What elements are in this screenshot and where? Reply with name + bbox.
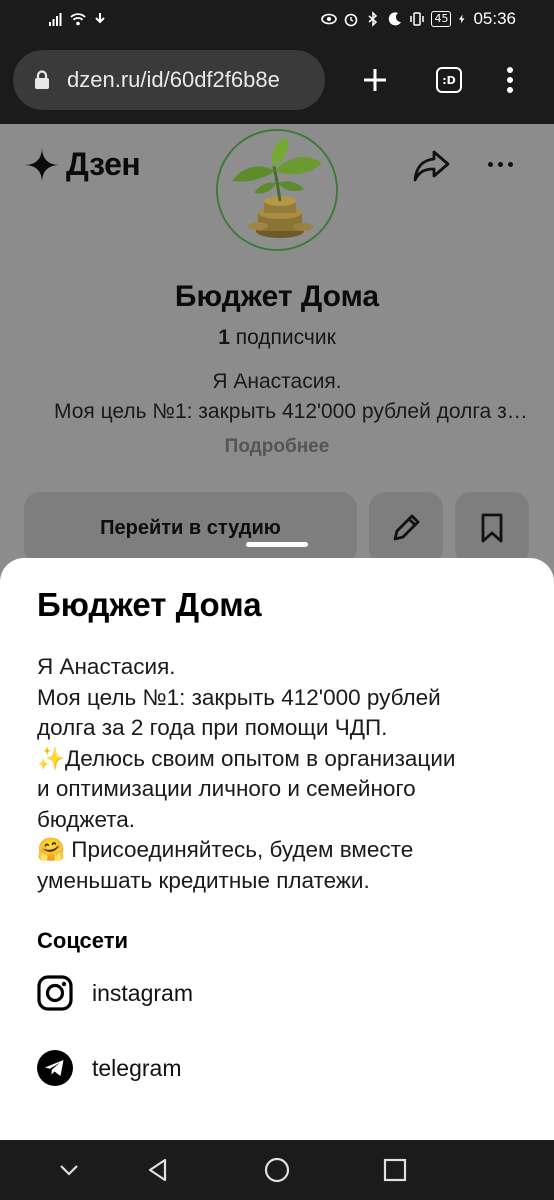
download-icon [95, 13, 105, 24]
description-line: Я Анастасия. [37, 654, 176, 679]
social-link-instagram[interactable]: instagram [37, 975, 193, 1011]
status-right-icons: 45 05:36 [321, 9, 516, 29]
wifi-icon [70, 13, 86, 26]
description-line: Моя цель №1: закрыть 412'000 рублей [37, 684, 441, 710]
description-line: уменьшать кредитные платежи. [37, 867, 370, 893]
subscribers-label: подписчик [235, 326, 336, 349]
sheet-grabber[interactable] [246, 542, 308, 547]
description-line: 🤗 Присоединяйтесь, будем вместе [37, 837, 414, 862]
socials-heading: Соцсети [37, 928, 129, 953]
edit-button[interactable] [369, 492, 443, 564]
description-line: и оптимизации личного и семейного [37, 776, 416, 801]
system-nav-bar [0, 1140, 554, 1200]
moon-icon [389, 12, 402, 26]
sheet-title: Бюджет Дома [37, 586, 262, 623]
description-line: ✨Делюсь своим опытом в организации [37, 745, 456, 771]
channel-title: Бюджет Дома [174, 280, 380, 313]
plus-icon [364, 69, 386, 91]
social-label: telegram [92, 1054, 182, 1081]
new-tab-button[interactable] [357, 62, 393, 98]
home-icon[interactable] [263, 1156, 291, 1184]
logo-text: Дзен [66, 146, 141, 182]
plant-coins-image [218, 131, 336, 249]
back-icon[interactable] [144, 1156, 172, 1184]
subscribers-count[interactable]: 1 подписчик [0, 326, 554, 350]
go-to-studio-button[interactable]: Перейти в студию [24, 492, 357, 564]
dot-icon [488, 162, 493, 167]
pencil-icon [393, 514, 420, 541]
subscribers-number: 1 [218, 326, 230, 349]
description-line: бюджета. [37, 806, 136, 832]
browser-menu-button[interactable] [492, 62, 528, 98]
description-line: долга за 2 года при помощи ЧДП. [37, 715, 388, 740]
bluetooth-icon [368, 11, 378, 27]
dzen-star-icon [24, 146, 60, 183]
telegram-icon [37, 1050, 73, 1086]
recents-icon[interactable] [381, 1156, 409, 1184]
status-left-icons [48, 9, 108, 29]
battery-indicator: 45 [431, 11, 452, 27]
browser-toolbar: dzen.ru/id/60df2f6b8e :D [0, 38, 554, 124]
channel-description-line1: Я Анастасия. [212, 370, 342, 393]
chevron-down-icon[interactable] [55, 1156, 83, 1184]
social-label: instagram [92, 979, 193, 1006]
dot-icon [498, 162, 503, 167]
tabs-button[interactable]: :D [431, 62, 467, 98]
charging-icon [459, 14, 465, 24]
social-link-telegram[interactable]: telegram [37, 1050, 181, 1086]
about-sheet: Бюджет Дома Я Анастасия. Моя цель №1: за… [0, 558, 554, 1140]
url-bar[interactable]: dzen.ru/id/60df2f6b8e [13, 50, 325, 110]
more-options-button[interactable] [488, 162, 513, 167]
signal-icon [49, 13, 62, 26]
share-icon [413, 150, 450, 182]
alarm-icon [345, 13, 358, 27]
channel-description-line2: Моя цель №1: закрыть 412'000 рублей долг… [54, 400, 534, 423]
instagram-icon [37, 975, 73, 1011]
bookmark-button[interactable] [455, 492, 529, 564]
more-link[interactable]: Подробнее [0, 436, 554, 458]
url-text[interactable]: dzen.ru/id/60df2f6b8e [67, 67, 280, 93]
clock: 05:36 [473, 9, 516, 28]
bookmark-icon [481, 513, 503, 543]
dot-icon [508, 162, 513, 167]
kebab-menu-icon [507, 67, 513, 93]
tabs-icon: :D [436, 67, 462, 93]
vibrate-icon [410, 12, 425, 26]
share-button[interactable] [412, 148, 452, 184]
eye-icon [321, 13, 338, 25]
dzen-logo[interactable]: Дзен [24, 146, 141, 183]
lock-icon [35, 70, 49, 89]
status-bar: 45 05:36 [0, 0, 554, 38]
sheet-description: Я Анастасия. Моя цель №1: закрыть 412'00… [37, 652, 527, 896]
channel-avatar[interactable] [216, 129, 338, 251]
